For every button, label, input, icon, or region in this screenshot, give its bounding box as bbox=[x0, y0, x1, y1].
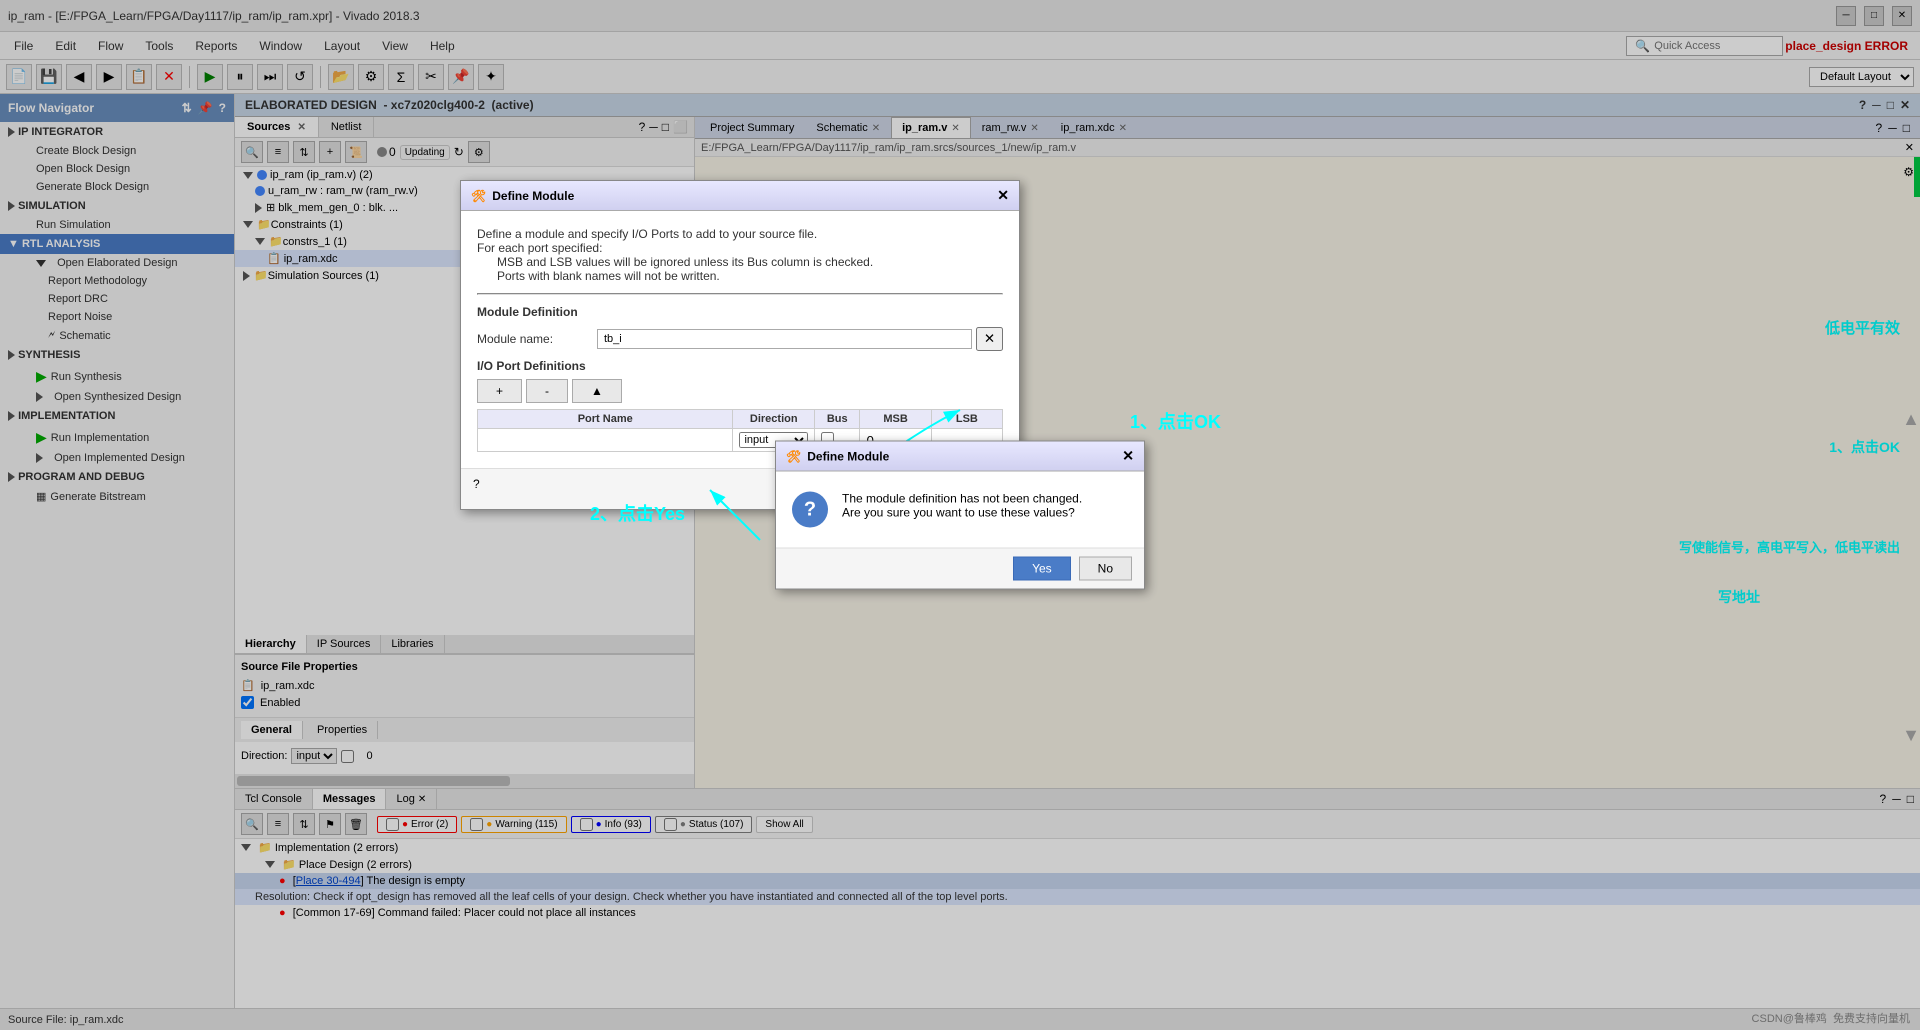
dm-desc-3: MSB and LSB values will be ignored unles… bbox=[477, 255, 1003, 269]
dm-desc-4: Ports with blank names will not be writt… bbox=[477, 269, 1003, 283]
module-name-input[interactable] bbox=[597, 329, 972, 349]
th-bus: Bus bbox=[815, 410, 860, 429]
confirm-no-btn[interactable]: No bbox=[1079, 557, 1132, 581]
confirm-message: The module definition has not been chang… bbox=[842, 492, 1082, 520]
io-delete-btn[interactable]: - bbox=[526, 379, 568, 403]
th-port-name: Port Name bbox=[478, 410, 733, 429]
define-module-close-btn[interactable]: ✕ bbox=[997, 187, 1009, 204]
io-up-btn[interactable]: ▲ bbox=[572, 379, 622, 403]
define-module-icon: 🛠 bbox=[471, 189, 486, 203]
question-icon: ? bbox=[792, 492, 828, 528]
confirm-close-btn[interactable]: ✕ bbox=[1122, 448, 1134, 465]
module-def-label: Module Definition bbox=[477, 305, 1003, 319]
dm-desc-2: For each port specified: bbox=[477, 241, 1003, 255]
confirm-dialog-header: 🛠 Define Module ✕ bbox=[776, 442, 1144, 472]
define-module-header: 🛠 Define Module ✕ bbox=[461, 181, 1019, 211]
confirm-dialog-title: Define Module bbox=[807, 449, 889, 463]
module-name-label: Module name: bbox=[477, 332, 597, 346]
io-port-label: I/O Port Definitions bbox=[477, 359, 1003, 373]
th-msb: MSB bbox=[860, 410, 931, 429]
confirm-dialog-footer: Yes No bbox=[776, 548, 1144, 589]
define-module-title: Define Module bbox=[492, 189, 574, 203]
th-direction: Direction bbox=[733, 410, 815, 429]
port-name-input[interactable] bbox=[484, 433, 726, 448]
module-name-row: Module name: ✕ bbox=[477, 327, 1003, 351]
define-module-body: Define a module and specify I/O Ports to… bbox=[461, 211, 1019, 468]
confirm-line2: Are you sure you want to use these value… bbox=[842, 506, 1082, 520]
confirm-dialog-icon: 🛠 bbox=[786, 449, 801, 463]
io-add-btn[interactable]: + bbox=[477, 379, 522, 403]
confirm-line1: The module definition has not been chang… bbox=[842, 492, 1082, 506]
th-lsb: LSB bbox=[931, 410, 1002, 429]
module-name-clear-btn[interactable]: ✕ bbox=[976, 327, 1003, 351]
dm-desc-1: Define a module and specify I/O Ports to… bbox=[477, 227, 1003, 241]
confirm-dialog-body: ? The module definition has not been cha… bbox=[776, 472, 1144, 548]
confirm-dialog: 🛠 Define Module ✕ ? The module definitio… bbox=[775, 441, 1145, 590]
confirm-yes-btn[interactable]: Yes bbox=[1013, 557, 1071, 581]
dm-help-icon[interactable]: ? bbox=[473, 477, 480, 501]
